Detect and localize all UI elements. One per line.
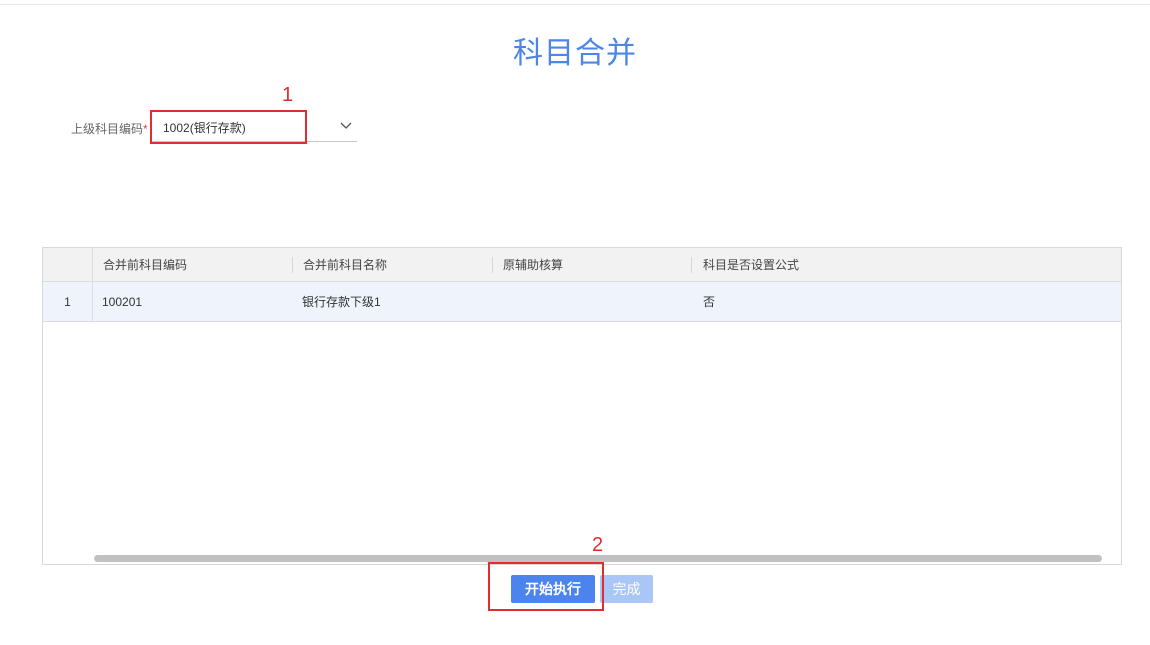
row-formula: 否	[703, 295, 716, 309]
top-divider	[0, 4, 1150, 5]
column-header-aux[interactable]: 原辅助核算	[503, 248, 693, 281]
row-name: 银行存款下级1	[302, 295, 381, 309]
row-aux	[502, 282, 692, 321]
column-header-code[interactable]: 合并前科目编码	[103, 248, 293, 281]
parent-code-label-text: 上级科目编码	[71, 122, 144, 136]
column-header-formula[interactable]: 科目是否设置公式	[703, 248, 903, 281]
horizontal-scrollbar[interactable]	[94, 555, 1102, 562]
annotation-number-1: 1	[282, 84, 294, 106]
chevron-down-icon	[340, 122, 352, 129]
merge-subjects-page: 科目合并 上级科目编码* 1002(银行存款) 1 合并前科目编码 合并前科目名…	[0, 0, 1150, 645]
column-divider	[691, 257, 692, 273]
column-divider	[292, 257, 293, 273]
parent-code-select[interactable]: 1002(银行存款)	[152, 110, 357, 142]
merge-table: 合并前科目编码 合并前科目名称 原辅助核算 科目是否设置公式 1 100201 …	[42, 247, 1122, 565]
parent-code-select-value: 1002(银行存款)	[163, 121, 246, 135]
parent-code-label: 上级科目编码*	[71, 120, 148, 137]
table-header: 合并前科目编码 合并前科目名称 原辅助核算 科目是否设置公式	[43, 248, 1121, 282]
page-title: 科目合并	[513, 37, 637, 70]
row-index: 1	[64, 294, 71, 309]
column-divider	[492, 257, 493, 273]
done-button[interactable]: 完成	[600, 575, 653, 603]
required-mark: *	[143, 122, 148, 136]
row-code: 100201	[102, 294, 143, 309]
row-number-column-divider	[92, 248, 93, 322]
table-row[interactable]: 1 100201 银行存款下级1 否	[43, 282, 1121, 322]
column-header-name[interactable]: 合并前科目名称	[303, 248, 493, 281]
start-execute-button[interactable]: 开始执行	[511, 575, 595, 603]
